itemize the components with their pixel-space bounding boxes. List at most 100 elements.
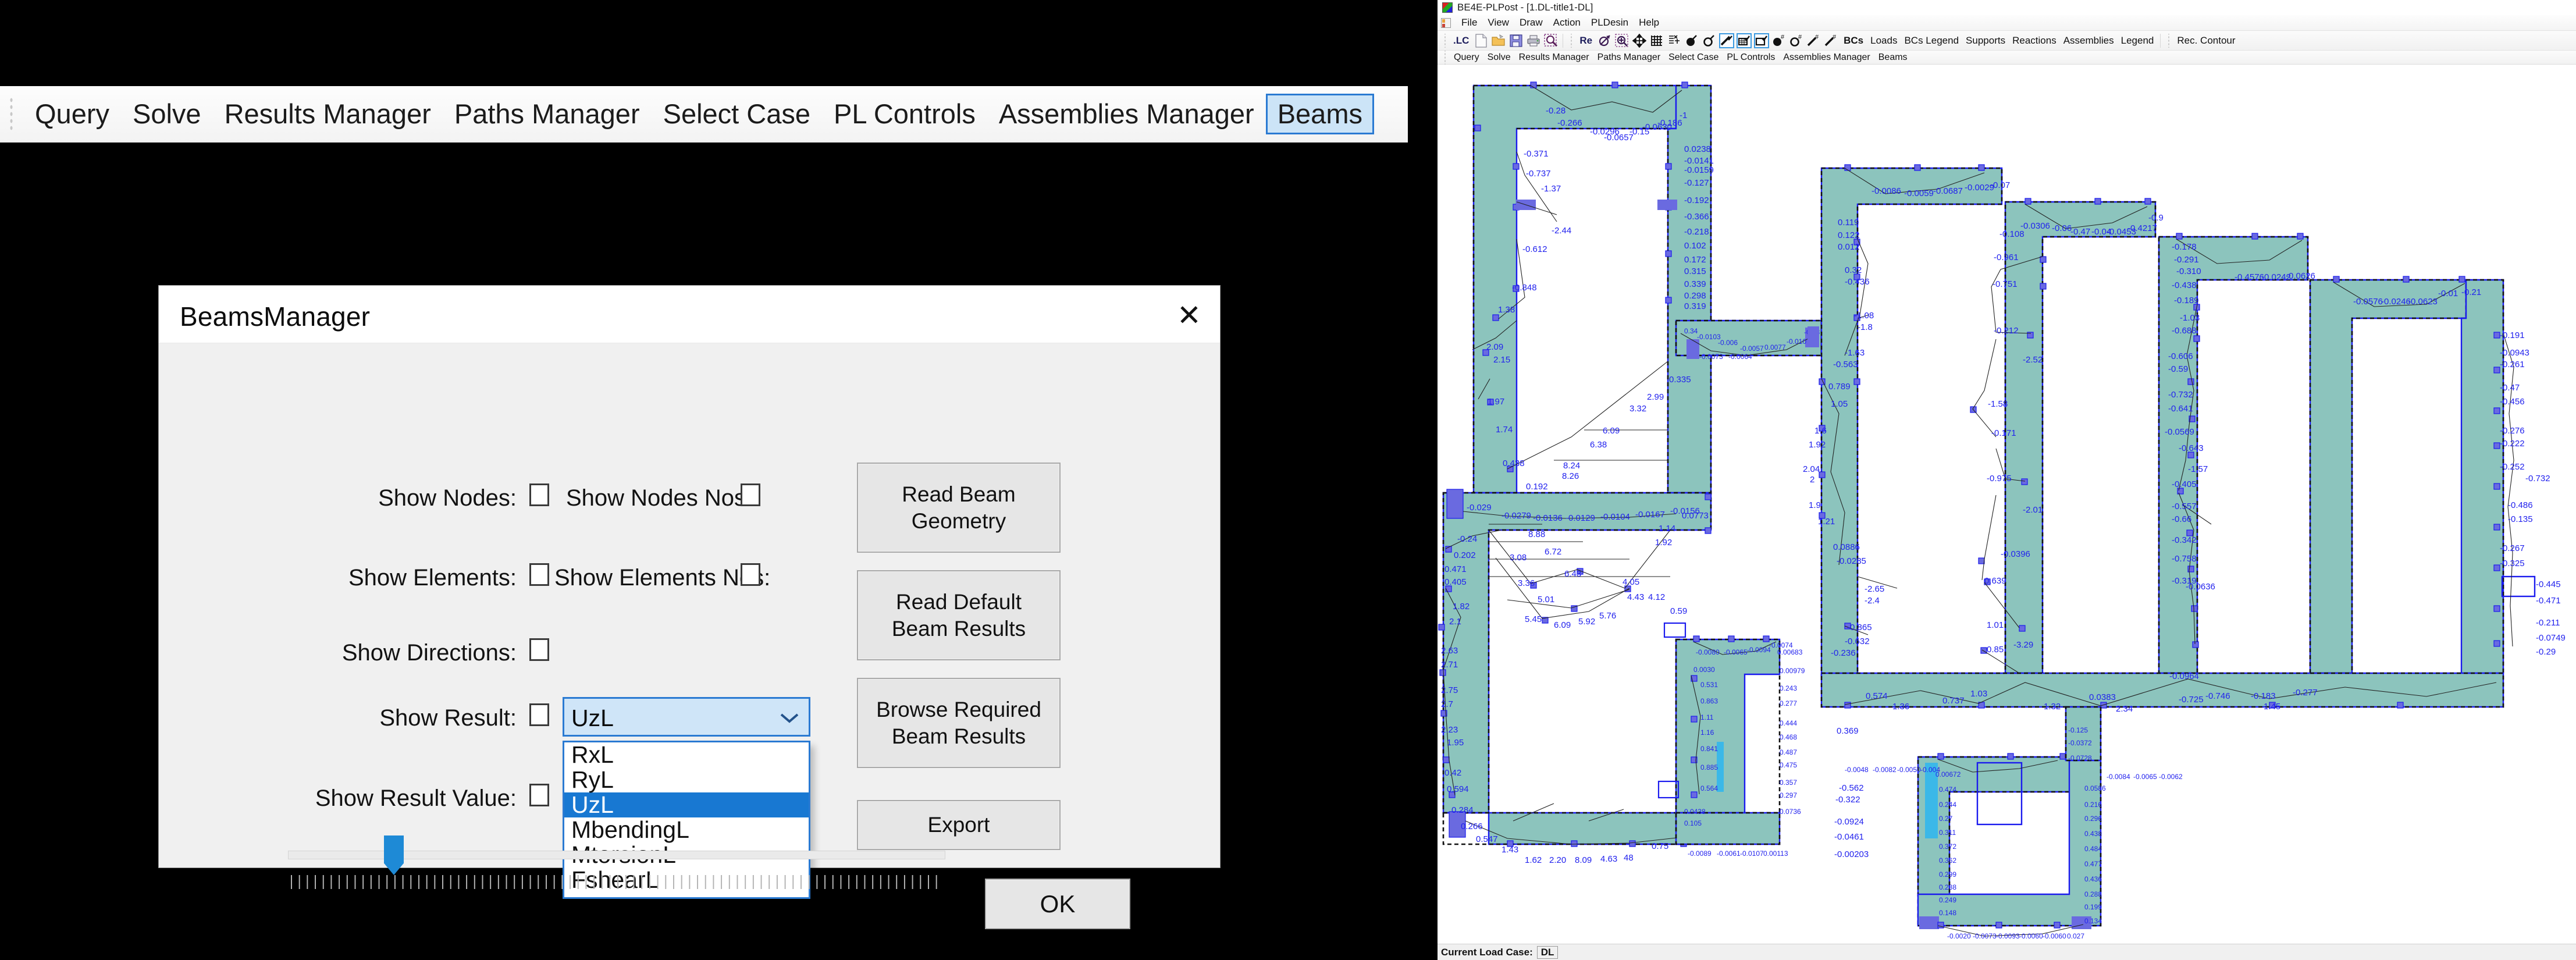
recompute-button[interactable]: Re bbox=[1576, 35, 1596, 47]
checkbox-show-result[interactable] bbox=[529, 703, 549, 726]
svg-text:-0.0107: -0.0107 bbox=[1740, 849, 1764, 858]
svg-text:-0.0285: -0.0285 bbox=[1837, 556, 1866, 566]
app-menu-help[interactable]: Help bbox=[1634, 15, 1664, 30]
svg-text:0.311: 0.311 bbox=[1939, 829, 1956, 837]
svg-text:-2.44: -2.44 bbox=[1552, 226, 1571, 236]
menu2-item-paths-manager[interactable]: Paths Manager bbox=[1593, 51, 1665, 64]
slider-thumb[interactable] bbox=[384, 835, 404, 875]
menu-item-pl-controls[interactable]: PL Controls bbox=[822, 95, 987, 133]
svg-text:1.92: 1.92 bbox=[1655, 538, 1672, 547]
checkbox-show-elements-nos[interactable] bbox=[741, 563, 760, 586]
svg-text:-0.0048: -0.0048 bbox=[1845, 766, 1869, 774]
svg-text:0.288: 0.288 bbox=[1939, 883, 1956, 891]
open-folder-icon[interactable] bbox=[1491, 33, 1506, 48]
zoom-in-region-icon[interactable] bbox=[1614, 33, 1629, 48]
dropdown-option-rxl[interactable]: RxL bbox=[564, 742, 809, 767]
new-document-icon[interactable] bbox=[1474, 33, 1489, 48]
svg-text:1.45: 1.45 bbox=[2264, 702, 2280, 712]
app-menu-pldesin[interactable]: PLDesin bbox=[1586, 15, 1634, 30]
checkbox-show-nodes[interactable] bbox=[529, 483, 549, 506]
read-default-beam-results-button[interactable]: Read Default Beam Results bbox=[857, 570, 1061, 660]
mesh-grid-icon[interactable] bbox=[1649, 33, 1664, 48]
loads-button[interactable]: Loads bbox=[1867, 35, 1901, 47]
element-line-check-icon[interactable] bbox=[1719, 33, 1735, 48]
menu2-item-select-case[interactable]: Select Case bbox=[1664, 51, 1723, 64]
legend-button[interactable]: Legend bbox=[2118, 35, 2158, 47]
combobox-value: UzL bbox=[571, 705, 614, 731]
menu2-item-assemblies-manager[interactable]: Assemblies Manager bbox=[1779, 51, 1874, 64]
menu-item-solve[interactable]: Solve bbox=[121, 95, 213, 133]
dropdown-option-ryl[interactable]: RyL bbox=[564, 767, 809, 792]
svg-text:0.335: 0.335 bbox=[1669, 375, 1691, 385]
mesh-axes-icon[interactable] bbox=[1667, 33, 1682, 48]
menu-item-paths-manager[interactable]: Paths Manager bbox=[443, 95, 652, 133]
svg-text:-0.562: -0.562 bbox=[1839, 783, 1864, 793]
checkbox-show-nodes-nos[interactable] bbox=[741, 483, 760, 506]
checkbox-show-elements[interactable] bbox=[529, 563, 549, 586]
menu2-item-beams[interactable]: Beams bbox=[1874, 51, 1912, 64]
browse-required-beam-results-button[interactable]: Browse Required Beam Results bbox=[857, 678, 1061, 768]
menu-item-select-case[interactable]: Select Case bbox=[652, 95, 822, 133]
element-shell-check-icon[interactable] bbox=[1737, 33, 1752, 48]
svg-text:-0.178: -0.178 bbox=[2172, 242, 2197, 252]
assemblies-button[interactable]: Assemblies bbox=[2060, 35, 2118, 47]
zoom-search-icon[interactable] bbox=[1543, 33, 1559, 48]
svg-text:0.027: 0.027 bbox=[2067, 932, 2084, 940]
checkbox-show-result-value[interactable] bbox=[529, 784, 549, 806]
app-menu-view[interactable]: View bbox=[1482, 15, 1514, 30]
toolbar-grip-icon-2[interactable] bbox=[1569, 33, 1574, 48]
read-beam-geometry-button[interactable]: Read Beam Geometry bbox=[857, 463, 1061, 553]
svg-text:0.277: 0.277 bbox=[1780, 699, 1797, 707]
menu2-item-solve[interactable]: Solve bbox=[1483, 51, 1515, 64]
svg-text:-0.0089: -0.0089 bbox=[1688, 849, 1712, 858]
label-show-result: Show Result: bbox=[379, 705, 517, 731]
node-solid-icon[interactable] bbox=[1684, 33, 1699, 48]
menu2-item-pl-controls[interactable]: PL Controls bbox=[1723, 51, 1779, 64]
pan-move-icon[interactable] bbox=[1632, 33, 1647, 48]
toolbar-grip-icon-4[interactable] bbox=[1443, 50, 1447, 65]
bcs-button[interactable]: BCs bbox=[1840, 35, 1867, 47]
load-case-button[interactable]: .LC bbox=[1450, 35, 1472, 47]
bcs-legend-button[interactable]: BCs Legend bbox=[1901, 35, 1962, 47]
menu2-item-results-manager[interactable]: Results Manager bbox=[1515, 51, 1593, 64]
node-hollow-num-icon[interactable]: # bbox=[1789, 33, 1804, 48]
svg-text:-0.0924: -0.0924 bbox=[1834, 817, 1864, 827]
svg-text:1.97: 1.97 bbox=[1488, 397, 1504, 407]
svg-text:-0.47: -0.47 bbox=[2500, 383, 2520, 393]
node-hollow-icon[interactable] bbox=[1702, 33, 1717, 48]
result-type-combobox[interactable]: UzL bbox=[563, 697, 810, 737]
dropdown-option-uzl[interactable]: UzL bbox=[564, 792, 809, 817]
node-solid-num-icon[interactable]: # bbox=[1771, 33, 1787, 48]
app-menu-file[interactable]: File bbox=[1456, 15, 1482, 30]
svg-text:4.43: 4.43 bbox=[1627, 592, 1644, 602]
toolbar-grip-icon-3[interactable] bbox=[2166, 33, 2171, 48]
close-icon[interactable]: ✕ bbox=[1171, 298, 1207, 332]
menu-item-beams[interactable]: Beams bbox=[1265, 94, 1374, 134]
menu-item-results-manager[interactable]: Results Manager bbox=[213, 95, 443, 133]
app-menu-action[interactable]: Action bbox=[1548, 15, 1586, 30]
element-plate-check-icon[interactable] bbox=[1754, 33, 1770, 48]
model-canvas[interactable]: .wall { fill:#8cc4bd; stroke:#1a1aee; st… bbox=[1438, 65, 2576, 944]
toolbar-grip-icon[interactable] bbox=[1443, 33, 1447, 48]
svg-text:0.102: 0.102 bbox=[1684, 241, 1706, 251]
ok-button[interactable]: OK bbox=[985, 879, 1130, 929]
print-icon[interactable] bbox=[1526, 33, 1541, 48]
svg-text:0.27: 0.27 bbox=[1939, 815, 1953, 823]
rec-contour-button[interactable]: Rec. Contour bbox=[2173, 35, 2239, 47]
menu-item-assemblies-manager[interactable]: Assemblies Manager bbox=[987, 95, 1266, 133]
toolbar-grip-icon[interactable] bbox=[5, 98, 17, 130]
menu2-item-query[interactable]: Query bbox=[1450, 51, 1483, 64]
reactions-button[interactable]: Reactions bbox=[2009, 35, 2060, 47]
result-scale-slider[interactable] bbox=[288, 831, 945, 895]
app-menu-draw[interactable]: Draw bbox=[1514, 15, 1548, 30]
element-shell-num-icon[interactable]: # bbox=[1824, 33, 1839, 48]
svg-text:-0.563: -0.563 bbox=[1833, 360, 1858, 369]
svg-text:0.296: 0.296 bbox=[2084, 815, 2102, 823]
element-line-num-icon[interactable]: # bbox=[1806, 33, 1821, 48]
save-floppy-icon[interactable] bbox=[1508, 33, 1524, 48]
menu-item-query[interactable]: Query bbox=[23, 95, 121, 133]
rotate-icon[interactable] bbox=[1597, 33, 1612, 48]
supports-button[interactable]: Supports bbox=[1962, 35, 2009, 47]
checkbox-show-directions[interactable] bbox=[529, 638, 549, 661]
svg-text:8.88: 8.88 bbox=[1528, 529, 1545, 539]
